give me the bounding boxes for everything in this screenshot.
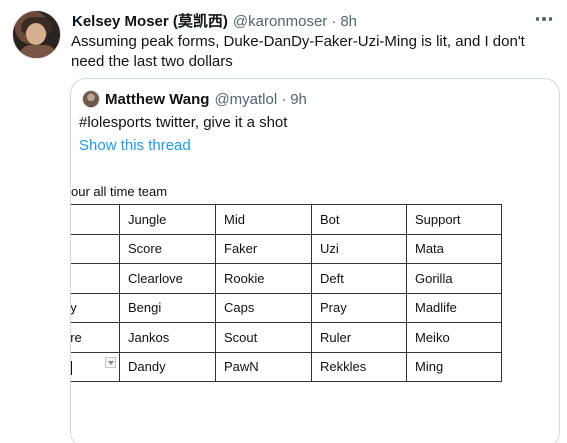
text-cursor — [71, 360, 73, 375]
show-thread-link[interactable]: Show this thread — [79, 136, 191, 156]
author-handle[interactable]: @karonmoser — [233, 13, 327, 30]
table-row: n Clearlove Rookie Deft Gorilla — [71, 263, 502, 294]
table-cell: Rekkles — [311, 351, 407, 382]
quoted-tweet[interactable]: Matthew Wang @myatlol · 9h #lolesports t… — [70, 78, 560, 443]
table-cell: Deft — [311, 263, 407, 294]
table-cell-dropdown: e — [71, 351, 120, 382]
table-cell: Rookie — [215, 263, 312, 294]
table-cell: dre — [71, 322, 120, 353]
spreadsheet-table: Jungle Mid Bot Support b Score Faker Uzi… — [71, 204, 502, 382]
more-options-icon[interactable] — [531, 10, 557, 28]
table-cell: Bot — [311, 204, 407, 235]
quoted-tweet-image[interactable]: our all time team Jungle Mid Bot Support… — [71, 181, 559, 443]
table-row: hy Bengi Caps Pray Madlife — [71, 292, 502, 323]
table-cell: b — [71, 233, 120, 264]
table-row: Jungle Mid Bot Support — [71, 204, 502, 235]
tweet-timestamp[interactable]: 8h — [340, 13, 357, 30]
more-dot — [548, 17, 553, 21]
table-cell — [71, 204, 120, 235]
author-name[interactable]: Kelsey Moser (莫凯西) — [72, 10, 228, 31]
author-avatar[interactable] — [12, 10, 61, 59]
quoted-author-handle[interactable]: @myatlol — [214, 91, 277, 108]
avatar-shirt — [19, 45, 57, 58]
table-cell: hy — [71, 292, 120, 323]
table-cell: Dandy — [119, 351, 216, 382]
table-cell: Caps — [215, 292, 312, 323]
table-cell: Uzi — [311, 233, 407, 264]
table-cell: Madlife — [406, 292, 502, 323]
spreadsheet-caption: our all time team — [71, 184, 168, 199]
separator-dot: · — [281, 90, 287, 108]
avatar-face — [26, 23, 46, 45]
table-cell: Faker — [215, 233, 312, 264]
quoted-author-name[interactable]: Matthew Wang — [105, 91, 209, 108]
table-cell: Clearlove — [119, 263, 216, 294]
table-row: e Dandy PawN Rekkles Ming — [71, 351, 502, 382]
table-cell: Mid — [215, 204, 312, 235]
table-cell: n — [71, 263, 120, 294]
more-dot — [535, 17, 540, 21]
quoted-author-avatar[interactable] — [82, 90, 100, 108]
quoted-tweet-timestamp[interactable]: 9h — [290, 91, 307, 108]
tweet-header: Kelsey Moser (莫凯西) @karonmoser · 8h — [72, 10, 357, 30]
tweet-text: Assuming peak forms, Duke-DanDy-Faker-Uz… — [71, 33, 525, 70]
table-cell: Meiko — [406, 322, 502, 353]
table-cell: Scout — [215, 322, 312, 353]
table-cell: Ruler — [311, 322, 407, 353]
table-cell: Jungle — [119, 204, 216, 235]
dropdown-arrow-icon — [105, 356, 116, 368]
more-dot — [542, 17, 546, 21]
table-cell: Gorilla — [406, 263, 502, 294]
table-cell: Ming — [406, 351, 502, 382]
quoted-tweet-header: Matthew Wang @myatlol · 9h — [82, 90, 307, 108]
table-cell: Support — [406, 204, 502, 235]
tweet[interactable]: Kelsey Moser (莫凯西) @karonmoser · 8h Assu… — [0, 0, 567, 443]
table-cell: Score — [119, 233, 216, 264]
table-cell: Pray — [311, 292, 407, 323]
table-cell: Mata — [406, 233, 502, 264]
table-cell: Bengi — [119, 292, 216, 323]
quoted-tweet-text: #lolesports twitter, give it a shot — [79, 114, 288, 131]
separator-dot: · — [331, 13, 337, 30]
table-cell: Jankos — [119, 322, 216, 353]
table-row: dre Jankos Scout Ruler Meiko — [71, 322, 502, 353]
table-cell: PawN — [215, 351, 312, 382]
table-row: b Score Faker Uzi Mata — [71, 233, 502, 264]
